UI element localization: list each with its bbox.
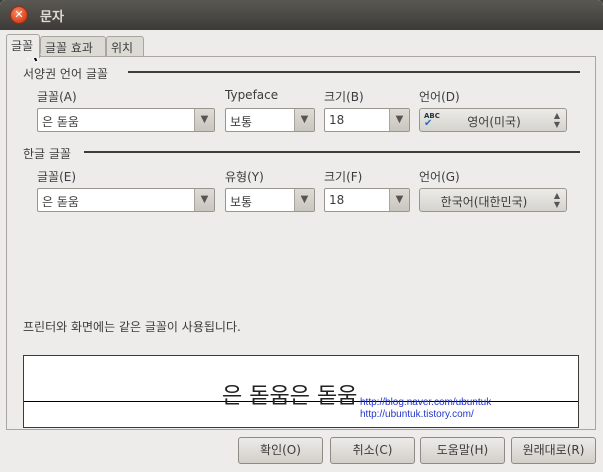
printer-screen-info: 프린터와 화면에는 같은 글꼴이 사용됩니다.: [23, 320, 241, 334]
dropdown-arrow-icon[interactable]: ▼: [194, 109, 214, 131]
asian-section-title: 한글 글꼴: [23, 145, 75, 162]
asian-size-combo[interactable]: 18 ▼: [324, 188, 410, 212]
cancel-button[interactable]: 취소(C): [330, 437, 415, 464]
updown-arrows-icon: ▲ ▼: [553, 111, 560, 129]
dropdown-arrow-icon[interactable]: ▼: [389, 189, 409, 211]
dropdown-arrow-icon[interactable]: ▼: [294, 189, 314, 211]
close-icon[interactable]: ✕: [10, 6, 28, 24]
preview-sample-text: 은 돋움은 돋움: [222, 384, 358, 409]
western-language-label: 언어(D): [419, 90, 460, 104]
help-button[interactable]: 도움말(H): [420, 437, 505, 464]
dropdown-arrow-icon[interactable]: ▼: [389, 109, 409, 131]
asian-font-value[interactable]: 은 돋움: [42, 193, 79, 210]
character-dialog: ✕ 문자 글꼴 글꼴 효과 위치 서양권 언어 글꼴 글꼴(A) Typefac…: [0, 0, 603, 472]
section-divider: [84, 151, 580, 153]
spellcheck-abc-icon: ABC ✔: [424, 112, 440, 129]
asian-size-value[interactable]: 18: [329, 193, 344, 207]
reset-button[interactable]: 원래대로(R): [511, 437, 596, 464]
dropdown-arrow-icon[interactable]: ▼: [194, 189, 214, 211]
tab-font[interactable]: 글꼴: [6, 34, 40, 58]
asian-font-combo[interactable]: 은 돋움 ▼: [37, 188, 215, 212]
asian-language-value: 한국어(대한민국): [440, 195, 528, 209]
asian-typeface-value[interactable]: 보통: [230, 193, 252, 210]
western-language-value: 영어(미국): [467, 115, 521, 129]
window-title: 문자: [40, 10, 64, 25]
asian-size-label: 크기(F): [324, 170, 363, 184]
western-section-title: 서양권 언어 글꼴: [23, 65, 112, 82]
section-divider: [128, 71, 580, 73]
western-size-value[interactable]: 18: [329, 113, 344, 127]
western-font-combo[interactable]: 은 돋움 ▼: [37, 108, 215, 132]
western-language-select[interactable]: ABC ✔ 영어(미국) ▲ ▼: [419, 108, 567, 132]
watermark-url-2: http://ubuntuk.tistory.com/: [360, 409, 474, 420]
watermark-url-1: http://blog.naver.com/ubuntuk: [360, 397, 492, 408]
asian-language-select[interactable]: 한국어(대한민국) ▲ ▼: [419, 188, 567, 212]
western-font-label: 글꼴(A): [37, 90, 77, 104]
ok-button[interactable]: 확인(O): [238, 437, 323, 464]
asian-typeface-combo[interactable]: 보통 ▼: [225, 188, 315, 212]
western-typeface-value[interactable]: 보통: [230, 113, 252, 130]
western-size-combo[interactable]: 18 ▼: [324, 108, 410, 132]
updown-arrows-icon: ▲ ▼: [553, 191, 560, 209]
western-typeface-combo[interactable]: 보통 ▼: [225, 108, 315, 132]
tab-position[interactable]: 위치: [106, 36, 144, 57]
dropdown-arrow-icon[interactable]: ▼: [294, 109, 314, 131]
asian-language-label: 언어(G): [419, 170, 460, 184]
asian-font-label: 글꼴(E): [37, 170, 77, 184]
asian-typeface-label: 유형(Y): [225, 170, 264, 184]
western-typeface-label: Typeface: [225, 88, 279, 102]
tab-font-effects[interactable]: 글꼴 효과: [40, 36, 106, 57]
western-size-label: 크기(B): [324, 90, 364, 104]
western-font-value[interactable]: 은 돋움: [42, 113, 79, 130]
font-preview: 은 돋움은 돋움 http://blog.naver.com/ubuntuk h…: [23, 355, 579, 428]
title-bar[interactable]: ✕ 문자: [0, 0, 603, 30]
